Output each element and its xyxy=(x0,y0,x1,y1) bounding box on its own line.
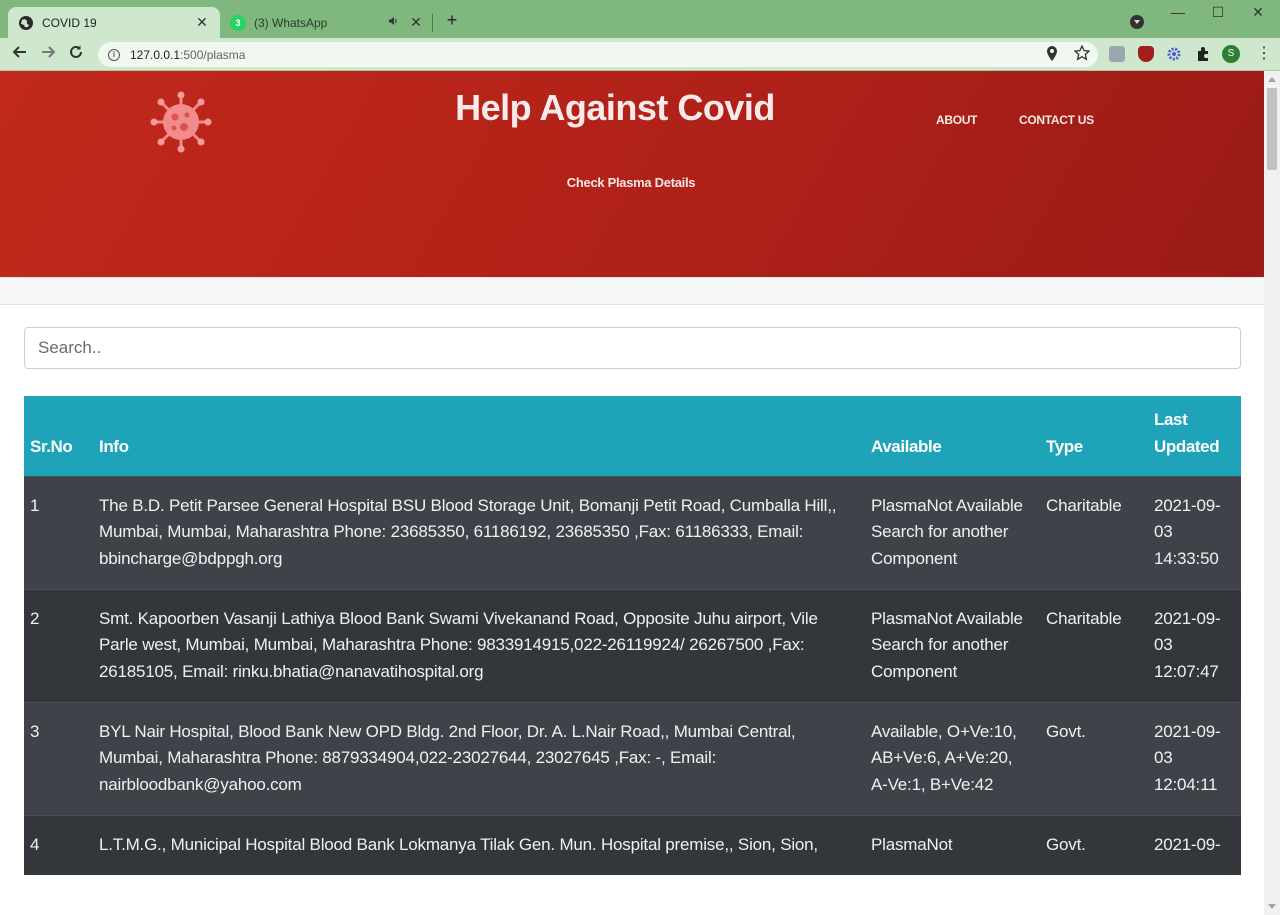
whatsapp-badge: 3 xyxy=(235,17,241,28)
globe-icon xyxy=(18,15,34,31)
address-bar[interactable]: i 127.0.0.1:500/plasma xyxy=(98,42,1098,67)
table-row: 1 The B.D. Petit Parsee General Hospital… xyxy=(24,475,1241,590)
new-tab-button[interactable]: + xyxy=(442,10,462,30)
cell-type: Charitable xyxy=(1040,475,1148,590)
cell-type: Charitable xyxy=(1040,588,1148,703)
maximize-button[interactable]: ☐ xyxy=(1210,4,1226,20)
browser-menu-icon[interactable]: ⋮ xyxy=(1256,44,1272,64)
search-input[interactable] xyxy=(24,327,1241,369)
url-path: :500/plasma xyxy=(180,47,246,62)
cell-available: PlasmaNot xyxy=(865,814,1040,875)
cell-updated: 2021-09-03 12:04:11 xyxy=(1148,701,1241,816)
header-srno: Sr.No xyxy=(24,396,93,476)
cell-srno: 4 xyxy=(24,814,93,875)
hero-header: Help Against Covid ABOUT CONTACT US Chec… xyxy=(0,71,1264,277)
close-tab-icon[interactable]: ✕ xyxy=(408,14,424,31)
tab-whatsapp[interactable]: 3 (3) WhatsApp ✕ xyxy=(222,7,432,38)
reload-icon[interactable] xyxy=(66,44,86,64)
cell-type: Govt. xyxy=(1040,701,1148,816)
url-host: 127.0.0.1 xyxy=(130,47,181,62)
cell-updated: 2021-09- xyxy=(1148,814,1241,875)
cell-available: Available, O+Ve:10, AB+Ve:6, A+Ve:20, A-… xyxy=(865,701,1040,816)
close-window-button[interactable]: ✕ xyxy=(1250,4,1266,20)
forward-icon[interactable] xyxy=(38,44,58,64)
header-type: Type xyxy=(1040,396,1148,476)
scroll-up-icon[interactable] xyxy=(1268,77,1276,82)
header-available: Available xyxy=(865,396,1040,476)
page-viewport: Help Against Covid ABOUT CONTACT US Chec… xyxy=(0,71,1264,915)
close-tab-icon[interactable]: ✕ xyxy=(194,14,210,31)
extension-reader-icon[interactable] xyxy=(1109,46,1125,62)
table-row: 3 BYL Nair Hospital, Blood Bank New OPD … xyxy=(24,701,1241,816)
profile-avatar[interactable]: S xyxy=(1222,45,1240,63)
cell-srno: 3 xyxy=(24,701,93,816)
tab-search-icon[interactable] xyxy=(1130,15,1144,29)
gear-extension-icon[interactable] xyxy=(1166,46,1182,62)
bookmark-star-icon[interactable] xyxy=(1073,44,1091,64)
cell-available: PlasmaNot Available Search for another C… xyxy=(865,475,1040,590)
extensions-puzzle-icon[interactable] xyxy=(1195,46,1211,62)
plasma-table: Sr.No Info Available Type Last Updated 1… xyxy=(24,396,1241,875)
cell-info: Smt. Kapoorben Vasanji Lathiya Blood Ban… xyxy=(93,588,865,703)
table-header-row: Sr.No Info Available Type Last Updated xyxy=(24,396,1241,476)
check-plasma-details-link[interactable]: Check Plasma Details xyxy=(0,175,1262,190)
whatsapp-icon: 3 xyxy=(230,14,246,31)
tab-strip: COVID 19 ✕ 3 (3) WhatsApp ✕ + — ☐ ✕ xyxy=(0,0,1280,38)
tab-title: (3) WhatsApp xyxy=(254,15,328,30)
cell-updated: 2021-09-03 12:07:47 xyxy=(1148,588,1241,703)
cell-available: PlasmaNot Available Search for another C… xyxy=(865,588,1040,703)
nav-about-link[interactable]: ABOUT xyxy=(936,113,977,127)
tab-separator xyxy=(432,14,433,32)
minimize-button[interactable]: — xyxy=(1170,4,1186,20)
speaker-icon[interactable] xyxy=(388,16,398,29)
header-last-updated: Last Updated xyxy=(1148,396,1241,476)
cell-updated: 2021-09-03 14:33:50 xyxy=(1148,475,1241,590)
cell-type: Govt. xyxy=(1040,814,1148,875)
location-pin-icon[interactable] xyxy=(1046,46,1058,65)
browser-toolbar: i 127.0.0.1:500/plasma xyxy=(0,38,1280,71)
site-info-icon[interactable]: i xyxy=(108,48,120,61)
table-row: 2 Smt. Kapoorben Vasanji Lathiya Blood B… xyxy=(24,588,1241,703)
table-row: 4 L.T.M.G., Municipal Hospital Blood Ban… xyxy=(24,814,1241,875)
scrollbar-thumb[interactable] xyxy=(1267,88,1277,170)
header-info: Info xyxy=(93,396,865,476)
card-header-band xyxy=(0,277,1264,305)
tab-title: COVID 19 xyxy=(42,15,97,30)
back-icon[interactable] xyxy=(10,44,30,64)
ublock-icon[interactable] xyxy=(1138,46,1154,62)
page-scrollbar[interactable] xyxy=(1264,71,1280,915)
tab-covid19[interactable]: COVID 19 ✕ xyxy=(8,7,220,38)
nav-contact-link[interactable]: CONTACT US xyxy=(1019,113,1094,127)
cell-srno: 1 xyxy=(24,475,93,590)
scroll-down-icon[interactable] xyxy=(1268,904,1276,909)
cell-info: L.T.M.G., Municipal Hospital Blood Bank … xyxy=(93,814,865,875)
cell-srno: 2 xyxy=(24,588,93,703)
cell-info: The B.D. Petit Parsee General Hospital B… xyxy=(93,475,865,590)
cell-info: BYL Nair Hospital, Blood Bank New OPD Bl… xyxy=(93,701,865,816)
